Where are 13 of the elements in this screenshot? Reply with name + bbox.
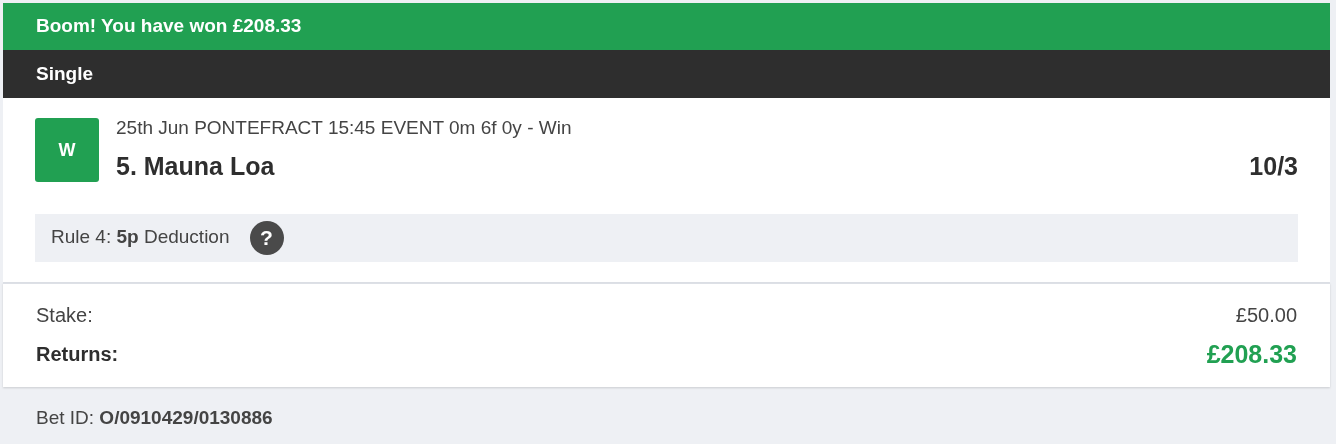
rule4-text: Rule 4: 5p Deduction: [51, 225, 230, 250]
result-badge: W: [35, 118, 99, 182]
summary-label: Returns:: [36, 342, 119, 368]
summary-value: £50.00: [1235, 302, 1297, 328]
summary-value: £208.33: [1206, 338, 1297, 370]
event-text: 25th Jun PONTEFRACT 15:45 EVENT 0m 6f 0y - Win: [116, 117, 573, 139]
help-button[interactable]: ?: [249, 220, 284, 255]
odds-text: 10/3: [1249, 151, 1298, 182]
bet-type-label: Single: [36, 61, 93, 86]
runner-name: 5. Mauna Loa: [116, 151, 275, 182]
bet-id-text: Bet ID: O/0910429/0130886: [36, 407, 273, 428]
summary-label: Stake:: [36, 302, 93, 328]
banner-text: Boom! You have won £208.33: [36, 14, 302, 39]
